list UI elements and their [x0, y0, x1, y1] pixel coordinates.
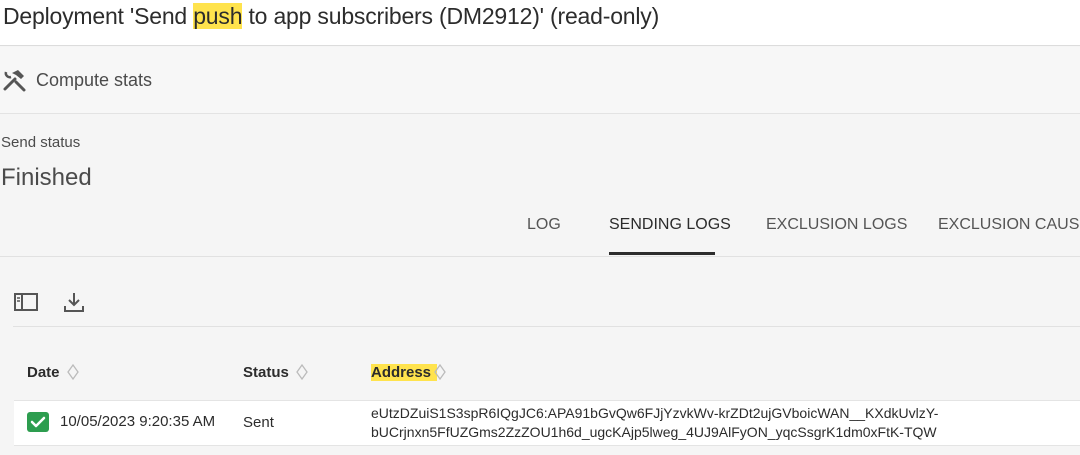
tab-exclusion-causes[interactable]: EXCLUSION CAUSES [938, 216, 1080, 234]
title-highlight: push [193, 3, 243, 29]
download-icon [64, 293, 84, 312]
send-status-label: Send status [1, 134, 81, 151]
tab-bar: LOG SENDING LOGS EXCLUSION LOGS EXCLUSIO… [0, 208, 1080, 257]
active-tab-indicator [609, 252, 715, 255]
title-suffix: to app subscribers (DM2912)' (read-only) [242, 3, 660, 29]
hammer-wrench-icon [3, 70, 26, 92]
list-toolbar [13, 280, 1080, 327]
row-address-line-1: eUtzDZuiS1S3spR6IQgJC6:APA91bGvQw6FJjYzv… [371, 405, 939, 421]
panel-toggle-icon [14, 293, 38, 311]
row-date: 10/05/2023 9:20:35 AM [60, 413, 216, 430]
row-address-line-2: bUCrjnxn5FfUZGms2ZzZOU1h6d_ugcKAjp5lweg_… [371, 424, 937, 440]
table-row[interactable]: 10/05/2023 9:20:35 AM Sent eUtzDZuiS1S3s… [14, 400, 1080, 446]
title-bar: Deployment 'Send push to app subscribers… [0, 0, 1080, 46]
column-header-label: Address [371, 363, 438, 381]
send-status-value: Finished [1, 164, 92, 191]
row-address: eUtzDZuiS1S3spR6IQgJC6:APA91bGvQw6FJjYzv… [371, 404, 963, 442]
page-title: Deployment 'Send push to app subscribers… [3, 3, 659, 30]
tab-exclusion-logs[interactable]: EXCLUSION LOGS [766, 216, 907, 234]
sort-icon [66, 363, 79, 381]
tab-log[interactable]: LOG [527, 216, 561, 234]
column-header-date[interactable]: Date [27, 363, 80, 381]
column-header-address[interactable]: Address [371, 363, 447, 381]
compute-stats-button[interactable]: Compute stats [2, 67, 152, 93]
compute-stats-label: Compute stats [36, 69, 153, 90]
column-header-status[interactable]: Status [243, 363, 309, 381]
sort-icon [434, 363, 446, 381]
panel-toggle-button[interactable] [13, 289, 39, 315]
sort-icon [296, 363, 308, 381]
column-header-label: Date [27, 363, 60, 381]
tab-sending-logs[interactable]: SENDING LOGS [609, 216, 731, 234]
green-check-icon [27, 412, 49, 432]
title-prefix: Deployment 'Send [3, 3, 194, 29]
toolbar: Compute stats [0, 47, 1080, 114]
download-button[interactable] [61, 289, 87, 315]
row-status: Sent [243, 414, 274, 431]
column-header-label: Status [243, 363, 289, 381]
